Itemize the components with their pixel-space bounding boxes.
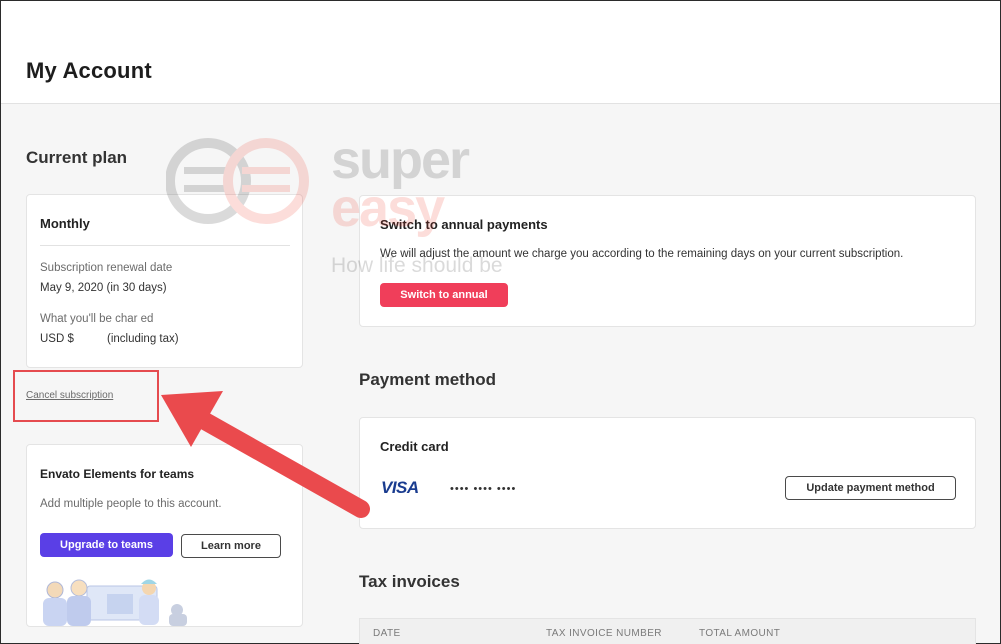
tax-invoices-title: Tax invoices <box>359 572 460 591</box>
annual-description: We will adjust the amount we charge you … <box>380 248 904 260</box>
column-total-amount: TOTAL AMOUNT <box>699 628 781 639</box>
credit-card-heading: Credit card <box>380 439 449 454</box>
plan-divider <box>40 245 290 246</box>
current-plan-card: Monthly Subscription renewal date May 9,… <box>26 194 303 368</box>
payment-method-card: Credit card <box>359 417 976 529</box>
masked-card-number: •••• •••• •••• <box>450 483 517 495</box>
page-title: My Account <box>26 58 152 83</box>
switch-to-annual-button[interactable]: Switch to annual <box>380 283 508 307</box>
page-header: My Account <box>1 1 1000 104</box>
team-people-illustration <box>43 579 187 626</box>
payment-method-title: Payment method <box>359 370 496 389</box>
visa-logo: VISA <box>381 478 419 497</box>
column-date: DATE <box>373 628 401 639</box>
update-payment-method-button[interactable]: Update payment method <box>785 476 956 500</box>
annual-payments-card: Switch to annual payments We will adjust… <box>359 195 976 327</box>
charge-note: (including tax) <box>107 333 179 345</box>
learn-more-button[interactable]: Learn more <box>181 534 281 558</box>
charge-currency: USD $ <box>40 333 74 345</box>
invoices-table-header: DATE TAX INVOICE NUMBER TOTAL AMOUNT <box>359 618 976 644</box>
watermark-line1: super <box>331 130 470 190</box>
upgrade-to-teams-button[interactable]: Upgrade to teams <box>40 533 173 557</box>
charge-label: What you'll be char ed <box>40 313 154 325</box>
arrow-pointing-left-icon <box>161 391 370 518</box>
annual-heading: Switch to annual payments <box>380 217 548 232</box>
renewal-value: May 9, 2020 (in 30 days) <box>40 282 167 294</box>
column-invoice-number: TAX INVOICE NUMBER <box>546 628 662 639</box>
renewal-label: Subscription renewal date <box>40 262 173 274</box>
annotation-highlight-box <box>13 370 159 422</box>
plan-name: Monthly <box>40 216 90 231</box>
current-plan-title: Current plan <box>26 148 128 167</box>
